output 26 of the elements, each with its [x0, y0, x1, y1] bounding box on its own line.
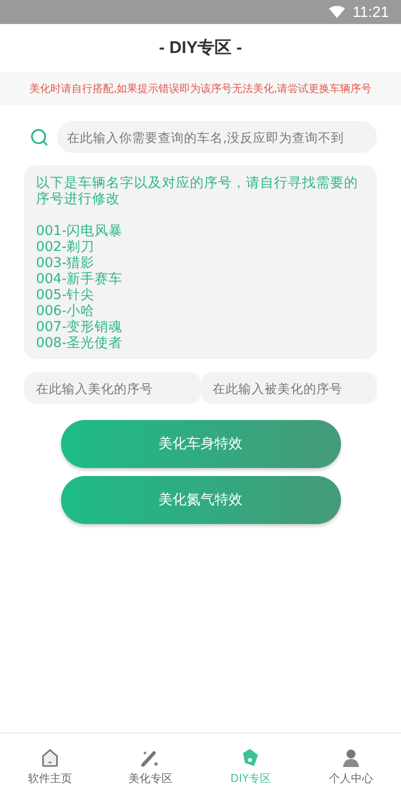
search-field[interactable]: 在此输入你需要查询的车名,没反应即为查询不到 [57, 121, 377, 153]
car-entry: 003-猎影 [36, 255, 96, 271]
puzzle-icon [240, 748, 261, 768]
car-entry: 002-剃刀 [36, 239, 96, 255]
wifi-icon [328, 6, 345, 18]
car-entry: 004-新手赛车 [36, 271, 124, 287]
page-title: - DIY专区 - [158, 36, 242, 58]
car-entry: 008-圣光使者 [36, 335, 124, 351]
nav-tab[interactable]: 个人中心 [300, 734, 401, 800]
car-entry: 001-闪电风暴 [36, 223, 124, 239]
info-text: 以下是车辆名字以及对应的序号，请自行寻找需要的序号进行修改 [36, 175, 359, 207]
action-button[interactable]: 美化氮气特效 [60, 476, 340, 524]
number-field[interactable]: 在此输入被美化的序号 [200, 372, 377, 404]
car-entry: 007-变形销魂 [36, 319, 124, 335]
number-field[interactable]: 在此输入美化的序号 [24, 372, 200, 404]
magic-wand-icon [140, 748, 160, 768]
nav-tab[interactable]: 软件主页 [0, 734, 100, 800]
car-entry: 006-小哈 [36, 303, 96, 319]
clock: 11:21 [352, 4, 389, 20]
action-button[interactable]: 美化车身特效 [60, 420, 340, 468]
house-icon [40, 748, 60, 768]
search-icon [30, 128, 49, 146]
car-entry: 005-针尖 [36, 287, 96, 303]
person-icon [340, 748, 361, 768]
notice-text: 美化时请自行搭配,如果提示错误即为该序号无法美化,请尝试更换车辆序号 [30, 82, 372, 96]
nav-tab[interactable]: 美化专区 [100, 734, 200, 800]
